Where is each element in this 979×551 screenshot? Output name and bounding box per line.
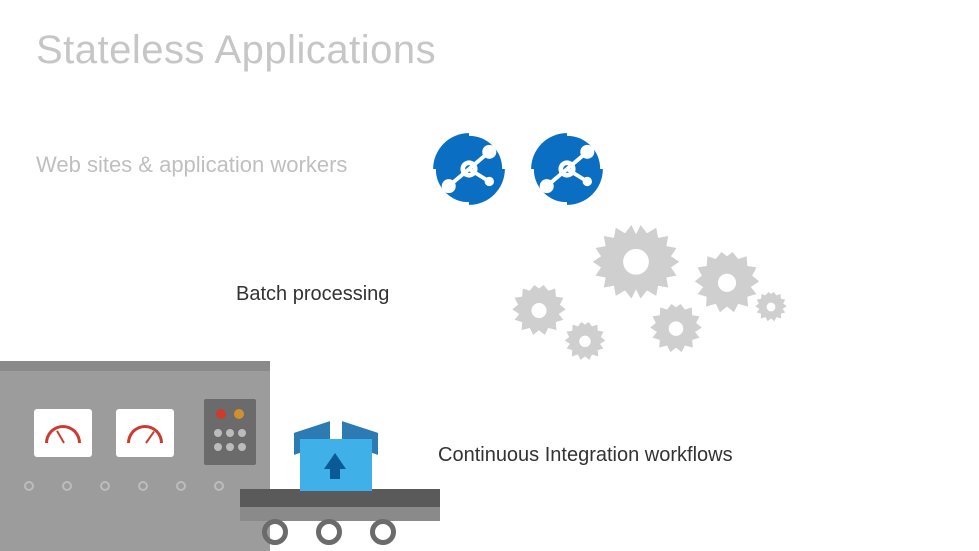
label-ci: Continuous Integration workflows [438,444,733,467]
label-batch: Batch processing [236,283,389,306]
gears-cluster-icon [500,230,820,370]
conveyor-wheel-icon [262,519,288,545]
label-websites: Web sites & application workers [36,152,347,178]
conveyor-wheel-icon [316,519,342,545]
factory-machine-icon [0,351,440,551]
machine-body [0,371,270,551]
gear-icon [754,292,788,326]
gear-icon [510,285,568,343]
indicator-lamp-icon [234,409,244,419]
conveyor-belt [240,489,440,507]
gear-icon [692,252,762,322]
gauge-panel [116,409,174,457]
gauge-panel [34,409,92,457]
gear-icon [563,322,607,366]
indicator-lamp-icon [216,409,226,419]
rivet-row [0,481,270,497]
azure-app-service-icon [528,130,606,208]
control-panel [204,399,256,465]
slide-title: Stateless Applications [36,28,436,73]
conveyor-wheel-icon [370,519,396,545]
open-box-upload-icon [300,429,380,489]
azure-app-service-icon [430,130,508,208]
